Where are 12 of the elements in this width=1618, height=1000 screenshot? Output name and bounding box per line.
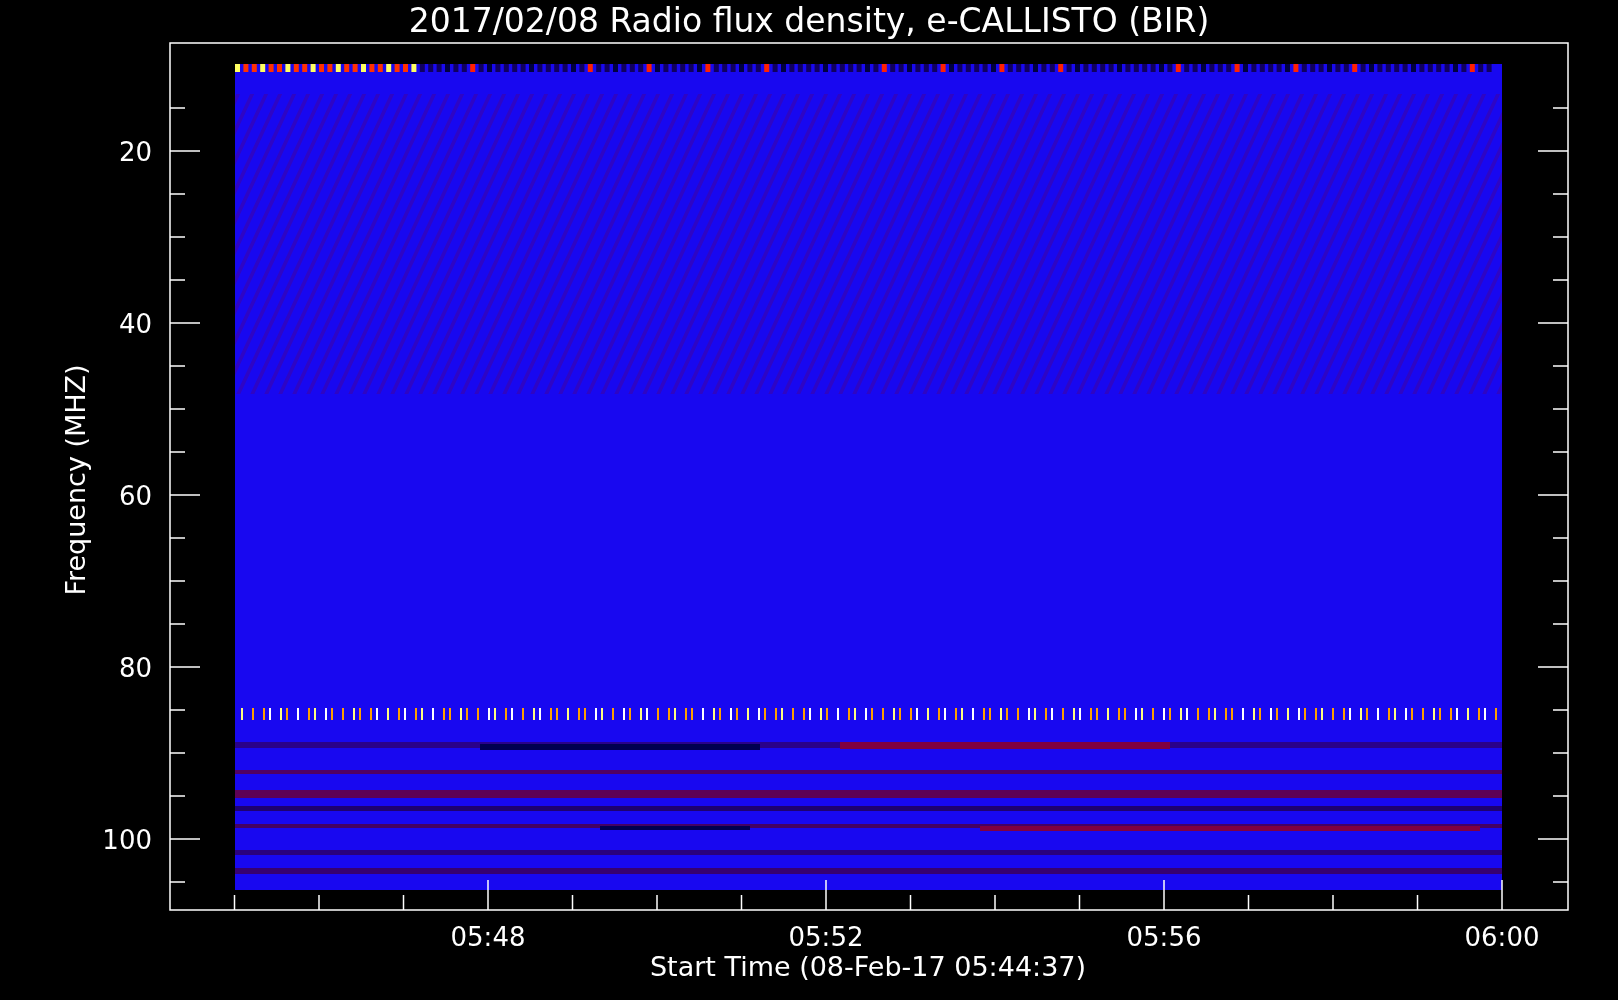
y-axis-label: Frequency (MHZ): [60, 364, 91, 596]
x-tick-label: 05:48: [450, 922, 526, 952]
y-tick-label: 100: [102, 825, 152, 855]
y-tick-label: 40: [118, 309, 152, 339]
x-tick-label: 06:00: [1464, 922, 1540, 952]
y-tick-label: 20: [118, 137, 152, 167]
x-tick-label: 05:52: [788, 922, 864, 952]
x-axis-label: Start Time (08-Feb-17 05:44:37): [649, 951, 1087, 982]
y-tick-label: 60: [118, 481, 152, 511]
y-tick-label: 80: [118, 653, 152, 683]
x-tick-label: 05:56: [1126, 922, 1202, 952]
chart-title: 2017/02/08 Radio flux density, e-CALLISTO (BIR): [408, 1, 1210, 40]
